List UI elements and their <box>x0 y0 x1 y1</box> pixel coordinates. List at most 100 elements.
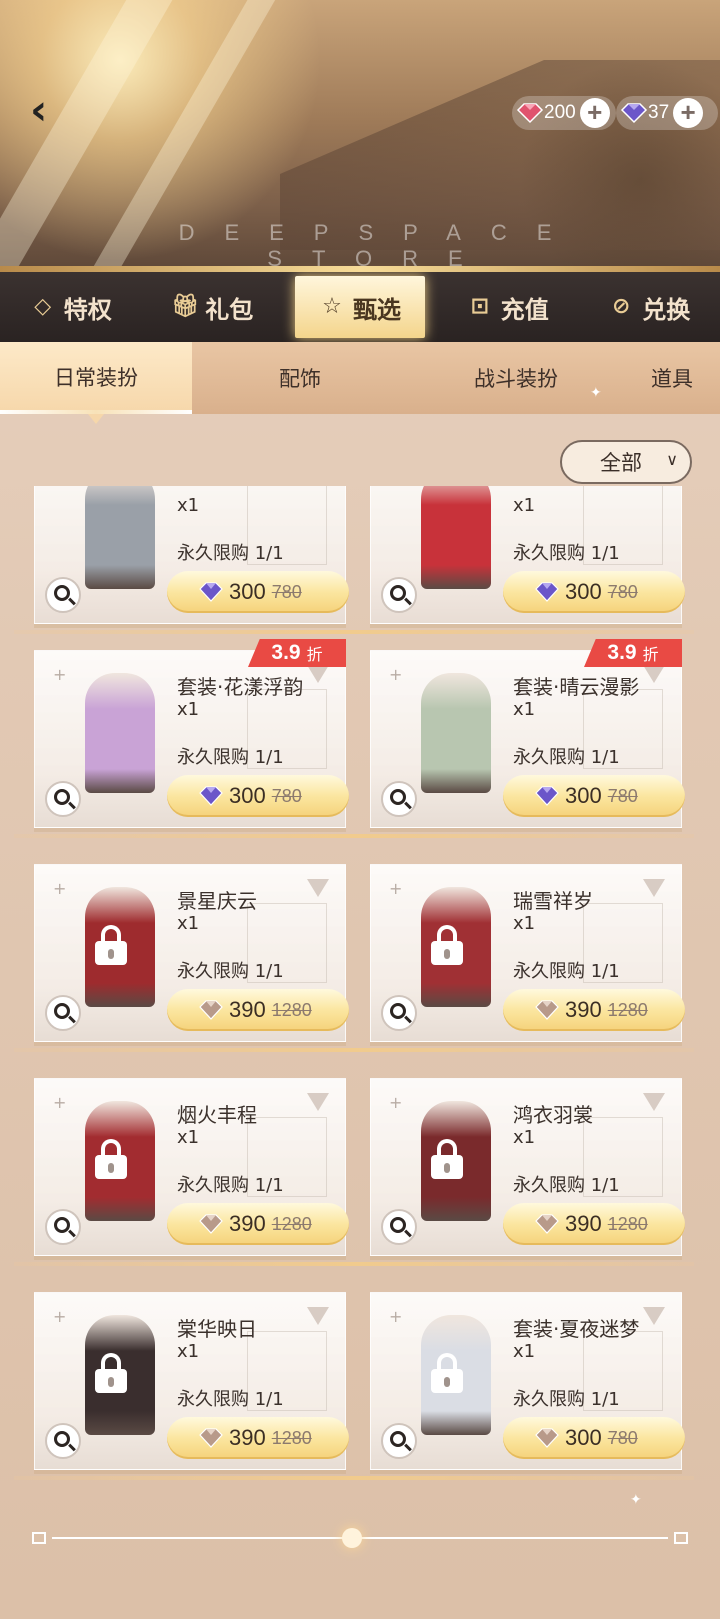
subtab-label: 战斗装扮 <box>474 367 558 391</box>
subtab-label: 配饰 <box>279 367 321 391</box>
outfit-figure <box>421 673 491 793</box>
plus-decor-icon: + <box>389 879 403 898</box>
buy-button[interactable]: 300 780 <box>503 1417 685 1459</box>
original-price: 1280 <box>271 1427 312 1448</box>
preview-search-button[interactable] <box>381 781 417 817</box>
plus-decor-icon: + <box>53 879 67 898</box>
subtab-accessories[interactable]: 配饰 <box>192 363 408 393</box>
item-name: 烟火丰程 <box>177 1103 257 1127</box>
preview-search-button[interactable] <box>45 1423 81 1459</box>
purchase-limit: 永久限购 1/1 <box>177 543 284 564</box>
buy-button[interactable]: 300 780 <box>167 571 349 613</box>
item-card[interactable]: + 棠华映日 x1 永久限购 1/1 390 1280 <box>34 1292 349 1470</box>
buy-button[interactable]: 390 1280 <box>167 989 349 1031</box>
star-icon: ☆ <box>322 294 342 319</box>
shelf-line <box>14 630 694 634</box>
purple-crystal-icon <box>535 582 559 602</box>
preview-search-button[interactable] <box>45 577 81 613</box>
shelf-line <box>14 1262 694 1266</box>
preview-search-button[interactable] <box>381 1423 417 1459</box>
item-name: 套装·晴云漫影 <box>513 675 640 699</box>
exchange-icon: ⊘ <box>612 294 631 319</box>
outfit-figure <box>85 673 155 793</box>
preview-search-button[interactable] <box>381 995 417 1031</box>
item-name: 套装·花漾浮韵 <box>177 675 304 699</box>
lock-icon <box>431 1139 463 1179</box>
tab-recharge[interactable]: ⊡ 充值 <box>437 272 579 342</box>
tab-label: 甄选 <box>353 295 401 324</box>
triangle-decor-icon <box>307 665 329 683</box>
buy-button[interactable]: 390 1280 <box>503 1203 685 1245</box>
add-pink-crystal-button[interactable]: + <box>579 98 610 128</box>
tab-privilege[interactable]: ◇ 特权 <box>0 272 142 342</box>
buy-button[interactable]: 300 780 <box>167 775 349 817</box>
preview-search-button[interactable] <box>381 1209 417 1245</box>
recharge-icon: ⊡ <box>470 294 489 319</box>
purple-crystal-icon <box>535 1214 559 1234</box>
buy-button[interactable]: 390 1280 <box>503 989 685 1031</box>
buy-button[interactable]: 390 1280 <box>167 1203 349 1245</box>
current-price: 300 <box>229 783 266 808</box>
purple-crystal-icon <box>535 786 559 806</box>
item-quantity: x1 <box>177 913 200 934</box>
preview-search-button[interactable] <box>45 1209 81 1245</box>
item-quantity: x1 <box>177 1127 200 1148</box>
lock-icon <box>431 1353 463 1393</box>
item-quantity: x1 <box>513 495 536 516</box>
preview-search-button[interactable] <box>45 995 81 1031</box>
active-indicator <box>88 414 104 424</box>
purchase-limit: 永久限购 1/1 <box>177 961 284 982</box>
item-name: 瑞雪祥岁 <box>513 889 593 913</box>
preview-search-button[interactable] <box>381 577 417 613</box>
item-card[interactable]: + x1 永久限购 1/1 300 780 <box>370 486 685 624</box>
subtab-items[interactable]: 道具 <box>624 363 720 393</box>
original-price: 780 <box>607 581 638 602</box>
item-name: 棠华映日 <box>177 1317 257 1341</box>
tab-gift-pack[interactable]: 🎁︎ 礼包 <box>142 272 284 342</box>
purchase-limit: 永久限购 1/1 <box>513 961 620 982</box>
item-card[interactable]: + 套装·花漾浮韵 x1 永久限购 1/1 300 780 3.9 折 <box>34 639 349 828</box>
purchase-limit: 永久限购 1/1 <box>513 1175 620 1196</box>
item-quantity: x1 <box>513 1127 536 1148</box>
item-card[interactable]: + 鸿衣羽裳 x1 永久限购 1/1 390 1280 <box>370 1078 685 1256</box>
gift-icon: 🎁︎ <box>171 294 200 319</box>
shelf-line <box>14 1048 694 1052</box>
add-purple-crystal-button[interactable]: + <box>673 98 704 128</box>
filter-dropdown[interactable]: 全部 ∨ <box>560 440 692 484</box>
discount-value: 3.9 <box>607 641 637 664</box>
preview-search-button[interactable] <box>45 781 81 817</box>
item-card[interactable]: + x1 永久限购 1/1 300 780 <box>34 486 349 624</box>
back-arrow-icon[interactable]: ‹ <box>30 89 64 131</box>
tab-featured[interactable]: ☆ 甄选 <box>295 276 425 338</box>
item-card[interactable]: + 烟火丰程 x1 永久限购 1/1 390 1280 <box>34 1078 349 1256</box>
plus-decor-icon: + <box>53 1307 67 1326</box>
current-price: 390 <box>229 1425 266 1450</box>
page-scroll-indicator[interactable] <box>32 1526 688 1550</box>
subtab-label: 道具 <box>651 367 693 391</box>
original-price: 1280 <box>271 999 312 1020</box>
item-quantity: x1 <box>513 1341 536 1362</box>
plus-decor-icon: + <box>53 1093 67 1112</box>
current-price: 390 <box>229 1211 266 1236</box>
lock-icon <box>95 925 127 965</box>
item-quantity: x1 <box>513 699 536 720</box>
subtab-daily-outfit[interactable]: 日常装扮 <box>0 342 192 424</box>
purchase-limit: 永久限购 1/1 <box>177 747 284 768</box>
triangle-decor-icon <box>307 1093 329 1111</box>
purple-crystal-icon <box>199 786 223 806</box>
item-card[interactable]: + 瑞雪祥岁 x1 永久限购 1/1 390 1280 <box>370 864 685 1042</box>
item-card[interactable]: + 套装·晴云漫影 x1 永久限购 1/1 300 780 3.9 折 <box>370 639 685 828</box>
purchase-limit: 永久限购 1/1 <box>177 1175 284 1196</box>
buy-button[interactable]: 300 780 <box>503 571 685 613</box>
item-card[interactable]: + 景星庆云 x1 永久限购 1/1 390 1280 <box>34 864 349 1042</box>
plus-decor-icon: + <box>389 1093 403 1112</box>
item-card[interactable]: + 套装·夏夜迷梦 x1 永久限购 1/1 300 780 <box>370 1292 685 1470</box>
purple-crystal-icon <box>199 1428 223 1448</box>
tab-exchange[interactable]: ⊘ 兑换 <box>579 272 720 342</box>
current-price: 300 <box>565 1425 602 1450</box>
tab-label: 礼包 <box>205 295 254 324</box>
lock-icon <box>95 1139 127 1179</box>
buy-button[interactable]: 300 780 <box>503 775 685 817</box>
buy-button[interactable]: 390 1280 <box>167 1417 349 1459</box>
scroll-knob[interactable] <box>342 1528 362 1548</box>
